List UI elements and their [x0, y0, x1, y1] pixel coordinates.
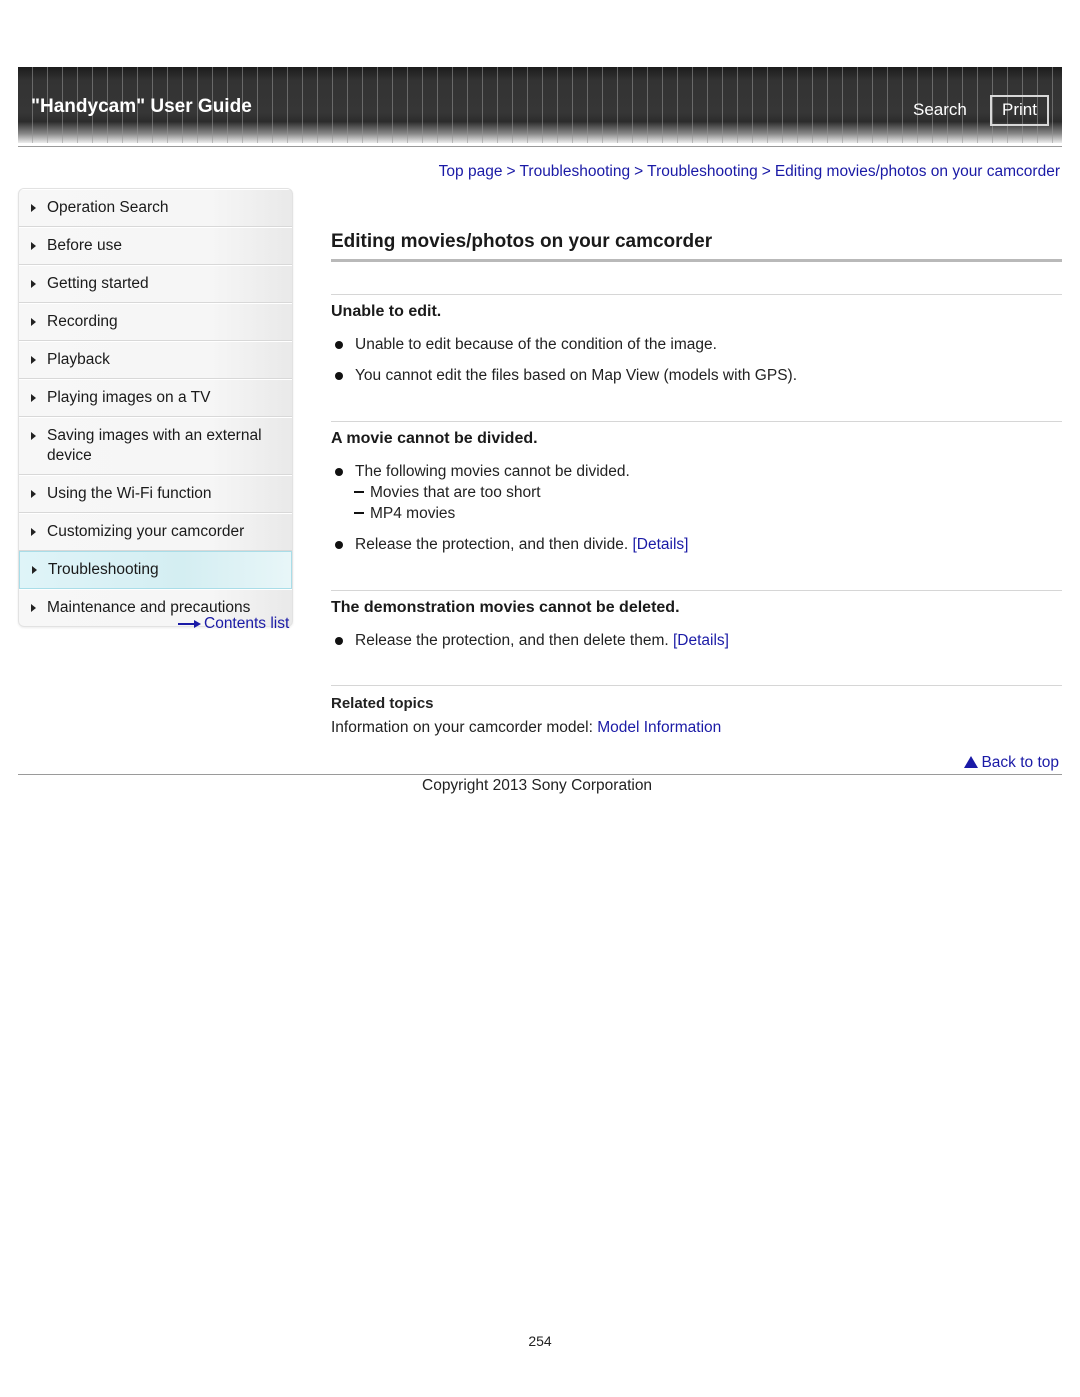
list-item-text: Release the protection, and then delete …	[355, 632, 669, 649]
print-button[interactable]: Print	[990, 95, 1049, 126]
triangle-right-icon	[31, 432, 36, 440]
section-divider	[331, 421, 1062, 422]
bullet-icon	[335, 637, 343, 645]
sidebar-item-label: Maintenance and precautions	[47, 599, 251, 616]
sidebar-item-label: Using the Wi-Fi function	[47, 485, 212, 502]
list-item-text: The following movies cannot be divided.	[355, 463, 630, 480]
page-title: Editing movies/photos on your camcorder	[331, 231, 713, 252]
breadcrumb-troubleshooting-sub[interactable]: Troubleshooting	[647, 163, 758, 180]
sidebar-item-customizing[interactable]: Customizing your camcorder	[19, 513, 292, 551]
main-content: Editing movies/photos on your camcorder …	[331, 228, 1062, 736]
list-item: The following movies cannot be divided.	[331, 461, 1062, 482]
section-title: A movie cannot be divided.	[331, 430, 538, 447]
contents-list-label: Contents list	[204, 615, 290, 632]
triangle-right-icon	[31, 242, 36, 250]
section-divider	[331, 685, 1062, 686]
breadcrumb-separator: >	[634, 163, 644, 180]
bullet-icon	[335, 341, 343, 349]
section-title: The demonstration movies cannot be delet…	[331, 599, 680, 616]
sidebar-item-label: Troubleshooting	[48, 561, 159, 578]
breadcrumb-top-page[interactable]: Top page	[439, 163, 503, 180]
header-banner: "Handycam" User Guide Search Print	[18, 67, 1062, 143]
sidebar-item-label: Playback	[47, 351, 110, 368]
triangle-right-icon	[31, 318, 36, 326]
list-item-text: Unable to edit because of the condition …	[355, 336, 717, 353]
sidebar-item-label: Playing images on a TV	[47, 389, 211, 406]
breadcrumb-separator: >	[506, 163, 516, 180]
model-information-link[interactable]: Model Information	[597, 719, 721, 736]
sidebar-item-saving-images[interactable]: Saving images with an external device	[19, 417, 292, 475]
list-item: Unable to edit because of the condition …	[331, 334, 1062, 355]
page-number: 254	[528, 1333, 552, 1349]
sidebar-item-operation-search[interactable]: Operation Search	[19, 189, 292, 227]
list-item-text: Release the protection, and then divide.	[355, 536, 629, 553]
section-unable-to-edit: Unable to edit. Unable to edit because o…	[331, 294, 1062, 386]
contents-list-link[interactable]: Contents list	[178, 615, 289, 633]
section-demo-movies-cannot-be-deleted: The demonstration movies cannot be delet…	[331, 590, 1062, 651]
sub-list-item-text: MP4 movies	[370, 505, 456, 522]
breadcrumb-separator: >	[761, 163, 771, 180]
triangle-right-icon	[32, 566, 37, 574]
list-item: Release the protection, and then delete …	[331, 630, 1062, 651]
sidebar-item-label: Before use	[47, 237, 122, 254]
bullet-icon	[335, 541, 343, 549]
triangle-right-icon	[31, 280, 36, 288]
back-to-top-link[interactable]: Back to top	[964, 754, 1059, 772]
related-topics-title: Related topics	[331, 695, 434, 712]
sub-list-item: MP4 movies	[331, 503, 1062, 524]
breadcrumb: Top page > Troubleshooting > Troubleshooting…	[439, 163, 1060, 181]
sidebar-item-playback[interactable]: Playback	[19, 341, 292, 379]
triangle-right-icon	[31, 204, 36, 212]
sidebar-item-label: Saving images with an external device	[47, 427, 262, 464]
sidebar-item-label: Operation Search	[47, 199, 169, 216]
app-title: "Handycam" User Guide	[31, 96, 252, 117]
dash-icon	[354, 491, 364, 493]
section-divider	[331, 590, 1062, 591]
related-topics: Related topics Information on your camco…	[331, 685, 1062, 737]
triangle-right-icon	[31, 604, 36, 612]
title-divider	[331, 259, 1062, 262]
sidebar-item-label: Getting started	[47, 275, 149, 292]
sidebar-item-getting-started[interactable]: Getting started	[19, 265, 292, 303]
sidebar-nav: Operation Search Before use Getting star…	[18, 188, 293, 627]
list-item-text: You cannot edit the files based on Map V…	[355, 367, 797, 384]
section-title: Unable to edit.	[331, 303, 442, 320]
triangle-right-icon	[31, 490, 36, 498]
sidebar-item-before-use[interactable]: Before use	[19, 227, 292, 265]
sub-list-item-text: Movies that are too short	[370, 484, 541, 501]
triangle-right-icon	[31, 394, 36, 402]
triangle-up-icon	[964, 756, 979, 768]
header-divider	[18, 146, 1062, 147]
sidebar-item-playing-images-tv[interactable]: Playing images on a TV	[19, 379, 292, 417]
search-link[interactable]: Search	[913, 100, 967, 120]
arrow-right-icon	[178, 619, 202, 628]
section-movie-cannot-be-divided: A movie cannot be divided. The following…	[331, 421, 1062, 555]
triangle-right-icon	[31, 528, 36, 536]
sidebar-item-troubleshooting[interactable]: Troubleshooting	[19, 551, 292, 589]
list-item: You cannot edit the files based on Map V…	[331, 365, 1062, 386]
bullet-icon	[335, 468, 343, 476]
section-divider	[331, 294, 1062, 295]
details-link[interactable]: [Details]	[673, 632, 729, 649]
breadcrumb-current-page[interactable]: Editing movies/photos on your camcorder	[775, 163, 1060, 180]
sidebar-item-label: Customizing your camcorder	[47, 523, 245, 540]
triangle-right-icon	[31, 356, 36, 364]
bullet-icon	[335, 372, 343, 380]
sidebar-item-label: Recording	[47, 313, 118, 330]
sidebar-item-wifi-function[interactable]: Using the Wi-Fi function	[19, 475, 292, 513]
sidebar-item-recording[interactable]: Recording	[19, 303, 292, 341]
related-topics-line: Information on your camcorder model: Mod…	[331, 719, 1062, 737]
details-link[interactable]: [Details]	[632, 536, 688, 553]
list-item: Release the protection, and then divide.…	[331, 534, 1062, 555]
footer-divider	[18, 774, 1062, 775]
copyright: Copyright 2013 Sony Corporation	[422, 777, 653, 794]
dash-icon	[354, 512, 364, 514]
sub-list-item: Movies that are too short	[331, 482, 1062, 503]
back-to-top-label: Back to top	[981, 754, 1059, 771]
breadcrumb-troubleshooting[interactable]: Troubleshooting	[520, 163, 631, 180]
related-topics-text: Information on your camcorder model:	[331, 719, 593, 736]
